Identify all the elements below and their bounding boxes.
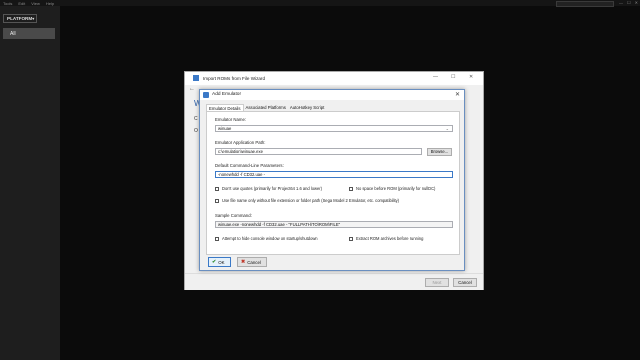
- checkbox-label: No space before ROM (primarily for nullD…: [356, 186, 436, 191]
- emulator-icon: [203, 92, 209, 98]
- sidebar-item-all[interactable]: All: [3, 28, 55, 39]
- close-icon[interactable]: ✕: [455, 91, 460, 98]
- menu-item-tools[interactable]: Tools: [3, 1, 12, 6]
- menu-item-edit[interactable]: Edit: [18, 1, 25, 6]
- maximize-icon[interactable]: ☐: [451, 74, 455, 80]
- minimize-icon[interactable]: —: [619, 0, 623, 5]
- wizard-app-icon: [193, 75, 199, 81]
- app-path-input[interactable]: c:\emulation\winuae.exe: [215, 148, 422, 155]
- sample-command-value: winuae.exe -nonewhdd -f CD32.uae - "FULL…: [218, 222, 341, 227]
- minimize-icon[interactable]: —: [433, 74, 438, 80]
- sample-command-field: winuae.exe -nonewhdd -f CD32.uae - "FULL…: [215, 221, 453, 228]
- dialog-titlebar: Add Emulator ✕: [200, 90, 464, 100]
- app-path-value: c:\emulation\winuae.exe: [218, 149, 263, 154]
- emulator-name-label: Emulator Name:: [215, 117, 247, 122]
- checkbox-label: Use file name only without file extensio…: [222, 198, 400, 203]
- checkbox-label: Extract ROM archives before running: [356, 236, 424, 241]
- checkbox-no-space[interactable]: No space before ROM (primarily for nullD…: [349, 186, 435, 191]
- maximize-icon[interactable]: ☐: [627, 0, 631, 5]
- menubar: Tools Edit View Help: [0, 0, 640, 6]
- checkbox-box[interactable]: [215, 236, 219, 241]
- chevron-down-icon: ⌄: [445, 126, 449, 131]
- cmdline-label: Default Command-Line Parameters:: [215, 163, 284, 168]
- checkbox-box[interactable]: [215, 198, 219, 203]
- checkbox-box[interactable]: [349, 186, 353, 191]
- dialog-title: Add Emulator: [212, 92, 242, 97]
- cancel-button[interactable]: Cancel: [453, 278, 477, 287]
- checkbox-hide-console[interactable]: Attempt to hide console window on startu…: [215, 236, 318, 241]
- wizard-text: O: [194, 128, 198, 134]
- platform-label: PLATFORM: [7, 16, 33, 21]
- emulator-details-panel: Emulator Name: winuae ⌄ Emulator Applica…: [206, 111, 460, 255]
- next-button[interactable]: Next: [425, 278, 449, 287]
- cmdline-value: -nonewhdd -f CD32.uae -: [218, 172, 266, 177]
- checkbox-filename-only[interactable]: Use file name only without file extensio…: [215, 198, 399, 203]
- cmdline-input[interactable]: -nonewhdd -f CD32.uae -: [215, 171, 453, 178]
- wizard-titlebar: Import ROMs from File Wizard — ☐ ✕: [185, 72, 483, 85]
- back-arrow-icon[interactable]: ←: [189, 86, 195, 92]
- browse-button[interactable]: Browse...: [427, 147, 452, 156]
- checkbox-box[interactable]: [215, 186, 219, 191]
- cancel-label: Cancel: [247, 259, 261, 265]
- checkbox-no-quotes[interactable]: Don't use quotes (primarily for Project6…: [215, 186, 322, 191]
- wizard-title: Import ROMs from File Wizard: [203, 76, 266, 81]
- search-input[interactable]: [556, 1, 614, 7]
- ok-button[interactable]: ✔ OK: [208, 257, 231, 267]
- checkbox-label: Don't use quotes (primarily for Project6…: [222, 186, 322, 191]
- close-icon[interactable]: ✕: [469, 74, 473, 80]
- checkbox-box[interactable]: [349, 236, 353, 241]
- chevron-down-icon: ▾: [32, 16, 35, 21]
- ok-label: OK: [218, 259, 225, 265]
- app-path-label: Emulator Application Path:: [215, 140, 266, 145]
- add-emulator-dialog: Add Emulator ✕ Emulator Details Associat…: [199, 89, 465, 271]
- emulator-name-value: winuae: [218, 126, 232, 131]
- wizard-text: C: [194, 116, 198, 122]
- menu-item-help[interactable]: Help: [46, 1, 54, 6]
- sidebar: PLATFORM ▾ All: [0, 6, 60, 360]
- sample-command-label: Sample Command:: [215, 213, 252, 218]
- cancel-button[interactable]: ✖ Cancel: [237, 257, 267, 267]
- cancel-x-icon: ✖: [241, 259, 246, 265]
- window-controls: — ☐ ✕: [619, 0, 638, 5]
- checkbox-extract-roms[interactable]: Extract ROM archives before running: [349, 236, 423, 241]
- close-icon[interactable]: ✕: [635, 0, 638, 5]
- emulator-name-input[interactable]: winuae ⌄: [215, 125, 453, 132]
- checkmark-icon: ✔: [212, 259, 217, 265]
- platform-filter-dropdown[interactable]: PLATFORM ▾: [3, 14, 37, 23]
- checkbox-label: Attempt to hide console window on startu…: [222, 236, 318, 241]
- menu-item-view[interactable]: View: [31, 1, 40, 6]
- sidebar-item-label: All: [10, 30, 16, 37]
